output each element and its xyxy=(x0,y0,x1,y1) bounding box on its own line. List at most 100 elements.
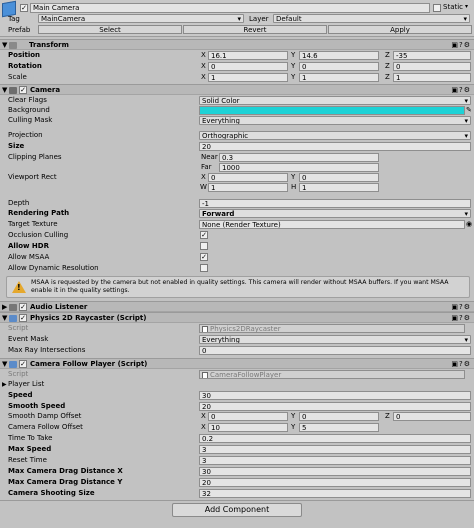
camera-enabled-checkbox[interactable]: ✓ xyxy=(19,86,27,94)
culling-mask-dropdown[interactable]: Everything xyxy=(199,116,471,125)
allow-hdr-checkbox[interactable] xyxy=(200,242,208,250)
axis-x-label: X xyxy=(201,423,206,431)
follow-offset-y-input[interactable]: 5 xyxy=(299,423,379,432)
dynres-row: Allow Dynamic Resolution xyxy=(0,263,474,274)
occlusion-culling-checkbox[interactable]: ✓ xyxy=(200,231,208,239)
object-picker-icon[interactable]: ◉ xyxy=(466,219,472,230)
allow-msaa-checkbox[interactable]: ✓ xyxy=(200,253,208,261)
transform-header[interactable]: ▼ Transform ▣?⚙ xyxy=(0,39,474,50)
drag-distance-x-input[interactable]: 30 xyxy=(199,467,471,476)
tag-dropdown[interactable]: MainCamera xyxy=(38,14,244,23)
raycaster-title: Physics 2D Raycaster (Script) xyxy=(30,314,147,322)
active-checkbox[interactable]: ✓ xyxy=(20,4,28,12)
drag-distance-y-input[interactable]: 20 xyxy=(199,478,471,487)
max-speed-row: Max Speed 3 xyxy=(0,444,474,455)
prefab-select-button[interactable]: Select xyxy=(38,25,182,34)
time-to-take-input[interactable]: 0.2 xyxy=(199,434,471,443)
camera-title: Camera xyxy=(30,86,61,94)
max-ray-intersections-input[interactable]: 0 xyxy=(199,346,471,355)
smooth-speed-input[interactable]: 20 xyxy=(199,402,471,411)
scale-x-input[interactable]: 1 xyxy=(208,73,288,82)
target-texture-label: Target Texture xyxy=(8,220,58,228)
audio-listener-header[interactable]: ▶ ✓ Audio Listener ▣?⚙ xyxy=(0,301,474,312)
rotation-x-input[interactable]: 0 xyxy=(208,62,288,71)
script-file-icon xyxy=(202,325,208,332)
axis-y-label: Y xyxy=(291,423,296,431)
projection-dropdown[interactable]: Orthographic xyxy=(199,131,471,140)
follow-offset-x-input[interactable]: 10 xyxy=(208,423,288,432)
static-dropdown-icon[interactable]: ▾ xyxy=(465,3,468,10)
viewport-w-input[interactable]: 1 xyxy=(208,183,288,192)
size-label: Size xyxy=(8,142,25,150)
audio-listener-title: Audio Listener xyxy=(30,303,88,311)
follow-enabled-checkbox[interactable]: ✓ xyxy=(19,360,27,368)
drag-distance-y-label: Max Camera Drag Distance Y xyxy=(8,478,123,486)
component-tools-icon[interactable]: ▣?⚙ xyxy=(451,86,471,94)
projection-label: Projection xyxy=(8,131,43,139)
axis-y-label: Y xyxy=(291,412,296,420)
viewport-h-input[interactable]: 1 xyxy=(299,183,379,192)
speed-input[interactable]: 30 xyxy=(199,391,471,400)
position-z-input[interactable]: -35 xyxy=(393,51,471,60)
rendering-path-dropdown[interactable]: Forward xyxy=(199,209,471,218)
camera-icon xyxy=(9,87,17,94)
raycaster-enabled-checkbox[interactable]: ✓ xyxy=(19,314,27,322)
msaa-warning-box: MSAA is requested by the camera but not … xyxy=(6,276,470,298)
prefab-apply-button[interactable]: Apply xyxy=(328,25,472,34)
component-tools-icon[interactable]: ▣?⚙ xyxy=(451,360,471,368)
player-list-row[interactable]: ▶ Player List xyxy=(0,379,474,390)
depth-input[interactable]: -1 xyxy=(199,199,471,208)
smooth-damp-z-input[interactable]: 0 xyxy=(393,412,471,421)
audio-listener-enabled-checkbox[interactable]: ✓ xyxy=(19,303,27,311)
foldout-arrow-icon[interactable]: ▶ xyxy=(2,303,7,311)
viewport-x-input[interactable]: 0 xyxy=(208,173,288,182)
static-checkbox[interactable] xyxy=(433,4,441,12)
foldout-arrow-icon[interactable]: ▼ xyxy=(2,360,7,368)
follow-script-field: CameraFollowPlayer xyxy=(199,370,465,379)
object-name-input[interactable]: Main Camera xyxy=(30,3,430,13)
clear-flags-dropdown[interactable]: Solid Color xyxy=(199,96,471,105)
position-x-input[interactable]: 16.1 xyxy=(208,51,288,60)
add-component-button[interactable]: Add Component xyxy=(172,503,302,517)
drag-distance-x-label: Max Camera Drag Distance X xyxy=(8,467,123,475)
follow-header[interactable]: ▼ ✓ Camera Follow Player (Script) ▣?⚙ xyxy=(0,358,474,369)
reset-time-row: Reset Time 3 xyxy=(0,455,474,466)
layer-dropdown[interactable]: Default xyxy=(273,14,470,23)
script-label: Script xyxy=(8,324,29,332)
raycaster-header[interactable]: ▼ ✓ Physics 2D Raycaster (Script) ▣?⚙ xyxy=(0,312,474,323)
near-input[interactable]: 0.3 xyxy=(219,153,379,162)
smooth-damp-x-input[interactable]: 0 xyxy=(208,412,288,421)
camera-header[interactable]: ▼ ✓ Camera ▣?⚙ xyxy=(0,84,474,95)
component-tools-icon[interactable]: ▣?⚙ xyxy=(451,41,471,49)
event-mask-dropdown[interactable]: Everything xyxy=(199,335,471,344)
foldout-arrow-icon[interactable]: ▼ xyxy=(2,86,7,94)
transform-title: Transform xyxy=(29,41,69,49)
prefab-revert-button[interactable]: Revert xyxy=(183,25,327,34)
component-tools-icon[interactable]: ▣?⚙ xyxy=(451,314,471,322)
rotation-y-input[interactable]: 0 xyxy=(299,62,379,71)
target-texture-field[interactable]: None (Render Texture) xyxy=(199,220,465,229)
foldout-arrow-icon[interactable]: ▶ xyxy=(2,379,7,390)
far-input[interactable]: 1000 xyxy=(219,163,379,172)
background-color-swatch[interactable] xyxy=(199,106,465,115)
max-ray-intersections-label: Max Ray Intersections xyxy=(8,346,86,354)
reset-time-input[interactable]: 3 xyxy=(199,456,471,465)
smooth-damp-y-input[interactable]: 0 xyxy=(299,412,379,421)
scale-z-input[interactable]: 1 xyxy=(393,73,471,82)
axis-z-label: Z xyxy=(385,62,390,70)
shooting-size-input[interactable]: 32 xyxy=(199,489,471,498)
transform-icon xyxy=(9,42,17,49)
viewport-y-input[interactable]: 0 xyxy=(299,173,379,182)
dynamic-resolution-checkbox[interactable] xyxy=(200,264,208,272)
foldout-arrow-icon[interactable]: ▼ xyxy=(2,314,7,322)
rotation-z-input[interactable]: 0 xyxy=(393,62,471,71)
position-y-input[interactable]: 14.6 xyxy=(299,51,379,60)
msaa-row: Allow MSAA ✓ xyxy=(0,252,474,263)
max-speed-input[interactable]: 3 xyxy=(199,445,471,454)
size-input[interactable]: 20 xyxy=(199,142,471,151)
foldout-arrow-icon[interactable]: ▼ xyxy=(2,41,7,49)
component-tools-icon[interactable]: ▣?⚙ xyxy=(451,303,471,311)
scale-y-input[interactable]: 1 xyxy=(299,73,379,82)
target-texture-row: Target Texture None (Render Texture) ◉ xyxy=(0,219,474,230)
hdr-row: Allow HDR xyxy=(0,241,474,252)
